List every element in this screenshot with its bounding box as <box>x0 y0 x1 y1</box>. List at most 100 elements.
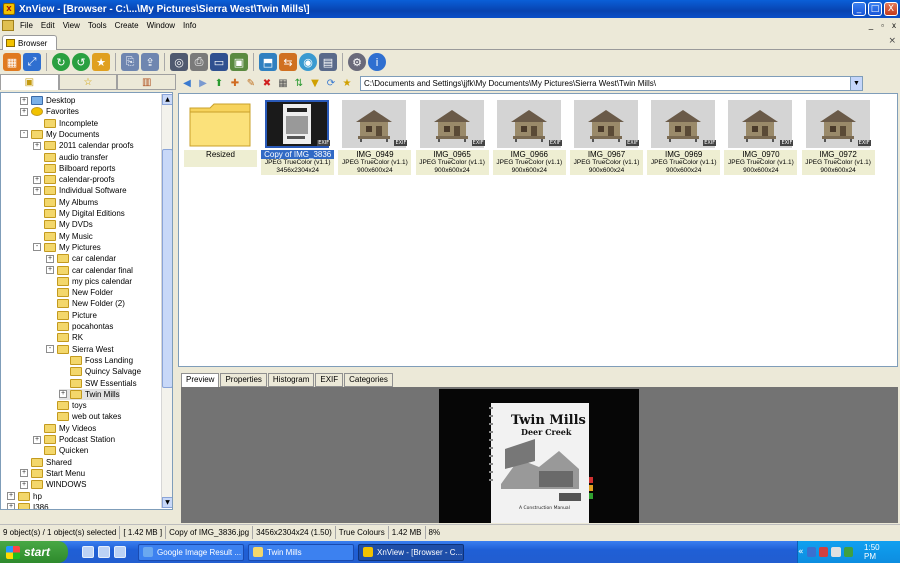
tree-node[interactable]: My DVDs <box>33 219 93 230</box>
parent-folder-icon[interactable]: ⬆ <box>212 76 226 90</box>
image-thumbnail[interactable]: EXIF IMG_0965 JPEG TrueColor (v1.1) 900x600… <box>415 98 489 178</box>
bluetooth-icon[interactable] <box>806 547 816 557</box>
tree-node[interactable]: - Sierra West <box>46 344 114 355</box>
tree-node[interactable]: Incomplete <box>33 118 98 129</box>
tab-favorites[interactable]: ☆ <box>58 74 118 90</box>
view-mode-icon[interactable]: ▦ <box>276 76 290 90</box>
expand-icon[interactable]: + <box>46 254 54 263</box>
favorites-folder-icon[interactable]: ★ <box>92 53 110 71</box>
security-shield-icon[interactable] <box>818 547 829 557</box>
reload-icon[interactable]: ↺ <box>72 53 90 71</box>
tree-node[interactable]: Shared <box>20 457 72 468</box>
tree-node[interactable]: + I386 <box>7 502 49 509</box>
expand-icon[interactable]: + <box>20 96 28 105</box>
tree-node[interactable]: Picture <box>46 310 97 321</box>
tree-node[interactable]: + Individual Software <box>33 185 127 196</box>
quicklaunch-desktop-icon[interactable] <box>82 546 94 558</box>
copy-to-icon[interactable]: ⎘ <box>121 53 139 71</box>
image-thumbnail[interactable]: EXIF IMG_0967 JPEG TrueColor (v1.1) 900x600… <box>570 98 643 178</box>
refresh-icon[interactable]: ↻ <box>52 53 70 71</box>
scroll-down-icon[interactable]: ▼ <box>162 497 172 508</box>
info-icon[interactable]: i <box>368 53 386 71</box>
rename-icon[interactable]: ✎ <box>244 76 258 90</box>
maximize-button[interactable]: □ <box>868 2 882 16</box>
task-twin-mills[interactable]: Twin Mills <box>248 543 354 561</box>
menu-file[interactable]: File <box>16 21 37 30</box>
scroll-up-icon[interactable]: ▲ <box>162 94 172 105</box>
image-thumbnail[interactable]: EXIF IMG_0949 JPEG TrueColor (v1.1) 900x600… <box>338 98 412 178</box>
capture-icon[interactable]: ⬒ <box>259 53 277 71</box>
tree-node[interactable]: My Music <box>33 231 93 242</box>
tree-node[interactable]: + car calendar final <box>46 265 133 276</box>
tab-categories-panel[interactable]: Categories <box>344 373 393 387</box>
tab-histogram[interactable]: Histogram <box>267 373 315 387</box>
tab-folders[interactable]: ▣ <box>0 74 59 90</box>
fullscreen-icon[interactable]: ⤢ <box>23 53 41 71</box>
tree-node[interactable]: my pics calendar <box>46 276 132 287</box>
sort-icon[interactable]: ⇅ <box>292 76 306 90</box>
collapse-icon[interactable]: - <box>46 345 54 354</box>
tree-node[interactable]: - My Documents <box>20 129 99 140</box>
tree-node[interactable]: My Albums <box>33 197 98 208</box>
tree-node[interactable]: New Folder (2) <box>46 298 125 309</box>
task-xnview[interactable]: XnView - [Browser - C... <box>358 543 464 561</box>
volume-icon[interactable] <box>831 547 841 557</box>
menu-info[interactable]: Info <box>179 21 200 30</box>
menu-window[interactable]: Window <box>143 21 179 30</box>
task-google-image-result[interactable]: Google Image Result ... <box>138 543 244 561</box>
sync-icon[interactable]: ⟳ <box>324 76 338 90</box>
forward-arrow-icon[interactable]: ▶ <box>196 76 210 90</box>
tab-exif[interactable]: EXIF <box>315 373 344 387</box>
expand-icon[interactable]: + <box>59 390 67 399</box>
collapse-icon[interactable]: - <box>33 243 41 252</box>
print-icon[interactable]: ⎙ <box>190 53 208 71</box>
image-thumbnail[interactable]: EXIF IMG_0969 JPEG TrueColor (v1.1) 900x600… <box>647 98 721 178</box>
new-folder-icon[interactable]: ✚ <box>228 76 242 90</box>
expand-icon[interactable]: + <box>33 141 41 150</box>
document-close-button[interactable]: x <box>888 21 900 30</box>
address-dropdown-icon[interactable]: ▼ <box>850 76 862 90</box>
tab-properties[interactable]: Properties <box>220 373 267 387</box>
expand-icon[interactable]: + <box>33 186 41 195</box>
tree-node[interactable]: New Folder <box>46 287 113 298</box>
image-thumbnail[interactable]: EXIF IMG_0966 JPEG TrueColor (v1.1) 900x600… <box>492 98 566 178</box>
menu-view[interactable]: View <box>59 21 84 30</box>
move-to-icon[interactable]: ⇪ <box>141 53 159 71</box>
tree-node[interactable]: + WINDOWS <box>20 479 86 490</box>
quicklaunch-ie-icon[interactable] <box>98 546 110 558</box>
tab-preview[interactable]: Preview <box>181 373 220 387</box>
tab-browser[interactable]: Browser <box>2 35 57 50</box>
address-input[interactable]: C:\Documents and Settings\jjfk\My Docume… <box>360 75 863 91</box>
menu-tools[interactable]: Tools <box>84 21 111 30</box>
xnview-app-icon[interactable]: X <box>3 3 15 15</box>
delete-icon[interactable]: ✖ <box>260 76 274 90</box>
tree-node[interactable]: + car calendar <box>46 253 116 264</box>
tree-node[interactable]: SW Essentials <box>59 378 137 389</box>
start-button[interactable]: start <box>0 541 68 563</box>
open-browser-icon[interactable]: ▦ <box>3 53 21 71</box>
tree-node[interactable]: + Start Menu <box>20 468 85 479</box>
tab-close-icon[interactable]: × <box>888 36 896 46</box>
tree-node[interactable]: web out takes <box>46 411 121 422</box>
menu-edit[interactable]: Edit <box>37 21 59 30</box>
tree-node[interactable]: My Videos <box>33 423 96 434</box>
favorites-star-icon[interactable]: ★ <box>340 76 354 90</box>
minimize-button[interactable]: _ <box>852 2 866 16</box>
tree-node[interactable]: + Podcast Station <box>33 434 115 445</box>
expand-icon[interactable]: + <box>7 492 15 500</box>
expand-icon[interactable]: + <box>20 469 28 478</box>
tree-node[interactable]: RK <box>46 332 83 343</box>
image-thumbnail[interactable]: EXIF Copy of IMG_3836 JPEG TrueColor (v1.1… <box>261 98 335 178</box>
tree-scroll-thumb[interactable] <box>162 149 172 388</box>
tree-node[interactable]: Foss Landing <box>59 355 133 366</box>
expand-icon[interactable]: + <box>33 175 41 184</box>
network-icon[interactable] <box>843 547 854 557</box>
tree-node[interactable]: + Desktop <box>20 95 75 106</box>
tree-node[interactable]: + Favorites <box>20 106 79 117</box>
convert-icon[interactable]: ⇆ <box>279 53 297 71</box>
tree-node[interactable]: Quincy Salvage <box>59 366 141 377</box>
folder-thumbnail[interactable]: Resized <box>184 98 257 178</box>
expand-icon[interactable]: + <box>7 503 15 509</box>
collapse-icon[interactable]: - <box>20 130 28 139</box>
tree-node[interactable]: toys <box>46 400 87 411</box>
